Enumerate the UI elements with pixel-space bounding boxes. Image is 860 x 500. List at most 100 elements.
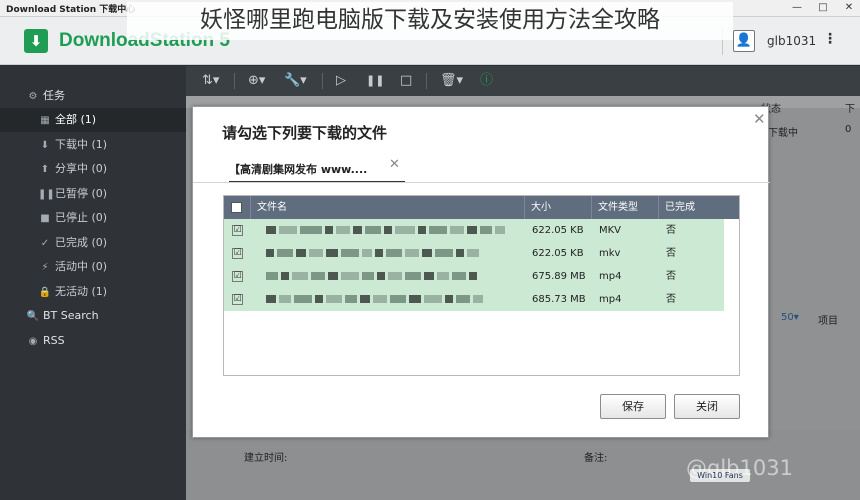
tab-divider xyxy=(193,182,770,183)
lock-icon: 🔒 xyxy=(38,287,52,298)
file-size: 622.05 KB xyxy=(532,225,584,236)
info-icon[interactable]: ⓘ xyxy=(480,71,493,91)
sidebar-label: 活动中 (0) xyxy=(55,260,108,273)
file-row[interactable]: ☑ 622.05 KB MKV 否 xyxy=(224,219,724,242)
sidebar-label: 下载中 (1) xyxy=(55,138,108,151)
stop-icon[interactable]: □ xyxy=(400,71,412,91)
row-checkbox[interactable]: ☑ xyxy=(232,271,243,282)
col-header-done[interactable]: 已完成 xyxy=(659,196,739,219)
task-status-value: 下载中 xyxy=(768,128,798,139)
col-header-size[interactable]: 大小 xyxy=(525,196,592,219)
select-all-checkbox[interactable] xyxy=(231,202,242,213)
toolbar-divider xyxy=(322,73,323,89)
file-select-dialog: 请勾选下列要下载的文件 ✕ 【高清剧集网发布 www.... ✕ 文件名 大小 … xyxy=(192,106,770,438)
sidebar-label: RSS xyxy=(43,334,65,347)
sidebar-label: 任务 xyxy=(43,89,65,102)
col-header-type[interactable]: 文件类型 xyxy=(592,196,659,219)
sidebar-label: BT Search xyxy=(43,309,99,322)
file-type: mp4 xyxy=(599,294,622,305)
grid-icon: ▦ xyxy=(40,115,50,126)
sidebar-item-rss[interactable]: ◉ RSS xyxy=(0,329,186,353)
sidebar-label: 分享中 (0) xyxy=(55,162,108,175)
gear-icon: ⚙ xyxy=(28,91,38,102)
tab-torrent[interactable]: 【高清剧集网发布 www.... ✕ xyxy=(229,157,405,183)
file-done: 否 xyxy=(666,294,676,305)
maximize-button[interactable]: □ xyxy=(812,1,834,15)
watermark-badge: Win10 Fans xyxy=(690,469,750,482)
sidebar-label: 全部 (1) xyxy=(55,113,97,126)
blurred-file-name xyxy=(266,295,486,303)
sidebar-label: 已停止 (0) xyxy=(55,211,108,224)
sidebar-item-bt-search[interactable]: 🔍 BT Search xyxy=(0,304,186,328)
task-partial-value: 0 xyxy=(845,124,852,135)
tab-close-icon[interactable]: ✕ xyxy=(389,157,400,172)
toolbar-divider xyxy=(234,73,235,89)
note-label: 备注: xyxy=(584,453,608,464)
toolbar-divider xyxy=(426,73,427,89)
row-checkbox[interactable]: ☑ xyxy=(232,225,243,236)
user-avatar-icon[interactable]: 👤 xyxy=(733,30,755,52)
select-all-cell xyxy=(224,196,251,219)
sidebar-label: 已完成 (0) xyxy=(55,236,108,249)
rss-icon: ◉ xyxy=(28,336,38,347)
sidebar-item-all[interactable]: ▦ 全部 (1) xyxy=(0,108,186,132)
dialog-title: 请勾选下列要下载的文件 xyxy=(222,124,388,142)
close-window-button[interactable]: ✕ xyxy=(838,1,860,15)
more-menu-icon[interactable]: ⋮ xyxy=(823,31,837,47)
sidebar-item-seeding[interactable]: ⬆ 分享中 (0) xyxy=(0,157,186,181)
file-row[interactable]: ☑ 685.73 MB mp4 否 xyxy=(224,288,724,311)
check-icon: ✓ xyxy=(40,238,50,249)
sidebar-item-stopped[interactable]: ■ 已停止 (0) xyxy=(0,206,186,230)
trash-icon[interactable]: 🗑▾ xyxy=(440,71,463,91)
page-size-select[interactable]: 50▾ xyxy=(781,312,799,323)
file-done: 否 xyxy=(666,271,676,282)
sidebar-item-active[interactable]: ⚡ 活动中 (0) xyxy=(0,255,186,279)
sidebar-item-paused[interactable]: ❚❚已暂停 (0) xyxy=(0,182,186,206)
pause-icon: ❚❚ xyxy=(38,189,55,200)
file-table-header: 文件名 大小 文件类型 已完成 xyxy=(224,196,739,219)
add-task-icon[interactable]: ⊕▾ xyxy=(248,71,265,91)
file-type: mp4 xyxy=(599,271,622,282)
row-checkbox[interactable]: ☑ xyxy=(232,294,243,305)
lightning-icon: ⚡ xyxy=(41,262,49,273)
file-size: 685.73 MB xyxy=(532,294,586,305)
row-checkbox[interactable]: ☑ xyxy=(232,248,243,259)
play-icon[interactable]: ▷ xyxy=(336,71,346,91)
sidebar-item-downloading[interactable]: ⬇ 下载中 (1) xyxy=(0,133,186,157)
file-size: 675.89 MB xyxy=(532,271,586,282)
create-time-label: 建立时间: xyxy=(244,453,288,464)
file-row[interactable]: ☑ 622.05 KB mkv 否 xyxy=(224,242,724,265)
article-title-overlay: 妖怪哪里跑电脑版下载及安装使用方法全攻略 xyxy=(127,2,733,40)
file-type: MKV xyxy=(599,225,622,236)
file-done: 否 xyxy=(666,248,676,259)
file-size: 622.05 KB xyxy=(532,248,584,259)
minimize-button[interactable]: — xyxy=(786,1,808,15)
file-type: mkv xyxy=(599,248,621,259)
search-icon: 🔍 xyxy=(26,311,40,322)
window-title: Download Station 下载中心 xyxy=(6,5,136,15)
download-icon: ⬇ xyxy=(40,140,50,151)
wrench-icon[interactable]: 🔧▾ xyxy=(284,71,307,91)
blurred-file-name xyxy=(266,272,480,280)
download-arrow-icon: ⬇ xyxy=(24,29,48,53)
sidebar: ⚙ 任务 ▦ 全部 (1) ⬇ 下载中 (1) ⬆ 分享中 (0) ❚❚已暂停 (0) … xyxy=(0,66,186,500)
sidebar-item-finished[interactable]: ✓ 已完成 (0) xyxy=(0,231,186,255)
items-label: 项目 xyxy=(818,316,838,327)
stop-icon: ■ xyxy=(40,213,50,224)
toolbar: ⇅▾ ⊕▾ 🔧▾ ▷ ❚❚ □ 🗑▾ ⓘ xyxy=(186,66,860,96)
blurred-file-name xyxy=(266,226,508,234)
partial-column-header: 下 xyxy=(845,104,855,115)
blurred-file-name xyxy=(266,249,482,257)
sidebar-item-inactive[interactable]: 🔒 无活动 (1) xyxy=(0,280,186,304)
close-icon[interactable]: ✕ xyxy=(753,110,766,128)
sidebar-tasks-header[interactable]: ⚙ 任务 xyxy=(0,84,186,108)
file-row[interactable]: ☑ 675.89 MB mp4 否 xyxy=(224,265,724,288)
close-button[interactable]: 关闭 xyxy=(674,394,740,419)
upload-icon: ⬆ xyxy=(40,164,50,175)
tab-label: 【高清剧集网发布 www.... xyxy=(229,163,368,176)
pause-icon[interactable]: ❚❚ xyxy=(366,71,384,91)
sort-icon[interactable]: ⇅▾ xyxy=(202,71,219,91)
save-button[interactable]: 保存 xyxy=(600,394,666,419)
col-header-name[interactable]: 文件名 xyxy=(251,196,525,219)
username[interactable]: glb1031 xyxy=(767,34,816,48)
